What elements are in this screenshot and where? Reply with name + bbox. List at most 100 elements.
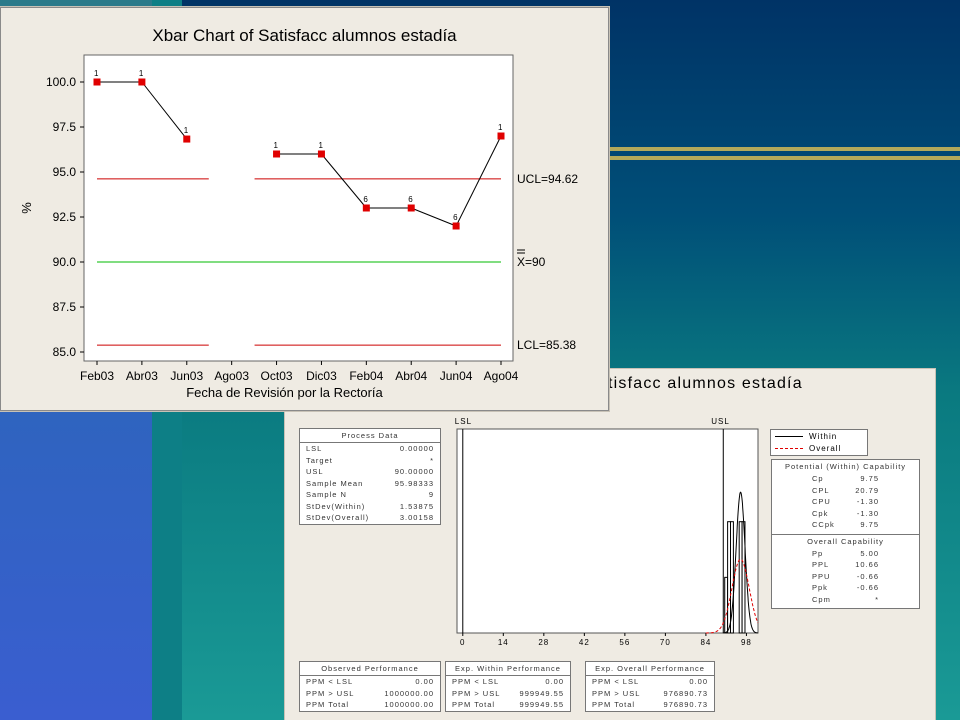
x-axis-label: Fecha de Revisión por la Rectoría [186,385,383,400]
stat-value: 999949.55 [519,688,564,698]
stat-value: 3.00158 [399,513,434,522]
legend-overall: Overall [771,442,867,454]
process-data-box: Process Data LSL 0.00000 Target * USL 90.0000… [299,428,441,525]
stat-key: Sample N [306,490,347,499]
y-tick-label: 95.0 [53,165,77,179]
stat-value: 1.53875 [399,501,434,511]
test-flag-label: 1 [94,69,99,78]
x-tick-label: Jun03 [170,369,203,383]
y-tick-label: 90.0 [53,255,77,269]
hist-x-tick-label: 70 [660,638,671,647]
stat-value: * [875,594,879,604]
stat-value: 976890.73 [663,700,708,709]
stat-row: PPM Total 999949.55 [446,699,570,711]
process-data-header: Process Data [300,429,440,443]
stat-key: PPM < LSL [452,677,500,686]
data-point [362,204,370,212]
stat-row: StDev(Overall) 3.00158 [300,512,440,524]
test-flag-label: 1 [274,141,279,150]
data-point [93,78,101,86]
stat-row: Sample Mean 95.98333 [300,478,440,490]
observed-performance-box: Observed Performance PPM < LSL 0.00 PPM > … [299,661,441,712]
test-flag-label: 6 [363,195,368,204]
stat-value: * [430,455,434,465]
stat-key: Sample Mean [306,478,364,488]
stat-value: 0.00 [545,677,564,686]
exp-within-box: Exp. Within Performance PPM < LSL 0.00 PPM… [445,661,571,712]
stat-key: PPM Total [452,700,496,709]
data-point [183,135,191,143]
hist-x-tick-label: 56 [619,638,630,647]
stat-key: PPM > USL [452,688,501,698]
x-tick-label: Abr04 [395,369,427,383]
stat-value: 9 [428,490,434,499]
lsl-label: LSL [455,417,472,426]
stat-key: PPM Total [306,700,350,709]
x-tick-label: Feb04 [349,369,383,383]
stat-row: PPM > USL 999949.55 [446,688,570,700]
stat-key: Cpk [812,508,829,518]
stat-key: PPM < LSL [306,677,354,686]
stat-value: 976890.73 [663,688,708,698]
stat-key: Pp [812,548,824,558]
stat-value: 0.00 [689,677,708,686]
stat-value: 90.00000 [394,467,434,476]
stat-key: PPU [812,571,831,581]
stat-row: CPU -1.30 [772,496,919,508]
stat-row: PPU -0.66 [772,571,919,583]
stat-value: -1.30 [856,497,879,506]
data-point [497,132,505,140]
stat-row: PPM > USL 1000000.00 [300,688,440,700]
stat-value: 20.79 [855,485,879,495]
stat-key: StDev(Within) [306,501,366,511]
plot-area [83,54,514,362]
stat-row: CCpk 9.75 [772,519,919,531]
legend-within: Within [771,430,867,442]
x-tick-label: Ago04 [484,369,519,383]
stat-row: Ppk -0.66 [772,582,919,594]
stat-value: 1000000.00 [384,688,434,698]
stat-row: PPM Total 976890.73 [586,699,714,711]
test-flag-label: 6 [408,195,413,204]
stat-row: Cpk -1.30 [772,508,919,520]
stat-row: USL 90.00000 [300,466,440,478]
x-tick-label: Feb03 [80,369,114,383]
y-tick-label: 100.0 [46,75,76,89]
stat-row: PPM > USL 976890.73 [586,688,714,700]
lcl-label: LCL=85.38 [517,338,576,352]
usl-label: USL [711,417,730,426]
stat-key: Ppk [812,583,828,592]
test-flag-label: 1 [318,141,323,150]
x-tick-label: Abr03 [126,369,158,383]
histogram-plot-area [456,428,759,634]
stat-key: CCpk [812,520,835,529]
stat-row: Cp 9.75 [772,473,919,485]
stat-row: PPM Total 1000000.00 [300,699,440,711]
ucl-label: UCL=94.62 [517,172,578,186]
overall-rows: Pp 5.00 PPL 10.66 PPU -0.66 Ppk -0.66 Cpm * [772,548,919,606]
data-point [317,150,325,158]
stat-row: PPM < LSL 0.00 [446,676,570,688]
capability-window: tisfacc alumnos estadía Process Data LSL… [285,369,935,720]
hist-x-tick-label: 28 [538,638,549,647]
hist-x-tick-label: 98 [741,638,752,647]
stat-value: -1.30 [856,508,879,518]
legend-within-label: Within [809,431,838,441]
stat-row: CPL 20.79 [772,485,919,497]
process-data-rows: LSL 0.00000 Target * USL 90.00000 Sample Mean 9… [300,443,440,524]
y-tick-label: 97.5 [53,120,77,134]
data-point [407,204,415,212]
stat-key: PPM > USL [306,688,355,698]
stat-key: Cpm [812,594,831,604]
capability-stats-box: Potential (Within) Capability Cp 9.75 CPL 2… [771,459,920,609]
capability-legend: Within Overall [770,429,868,456]
y-tick-label: 85.0 [53,345,77,359]
x-tick-label: Ago03 [214,369,249,383]
x-tick-label: Oct03 [261,369,293,383]
exp-within-header: Exp. Within Performance [446,662,570,676]
decor-stripe-top [600,147,960,151]
hist-x-tick-label: 14 [498,638,509,647]
x-tick-label: Jun04 [440,369,473,383]
data-point [452,222,460,230]
stat-key: Target [306,455,333,465]
